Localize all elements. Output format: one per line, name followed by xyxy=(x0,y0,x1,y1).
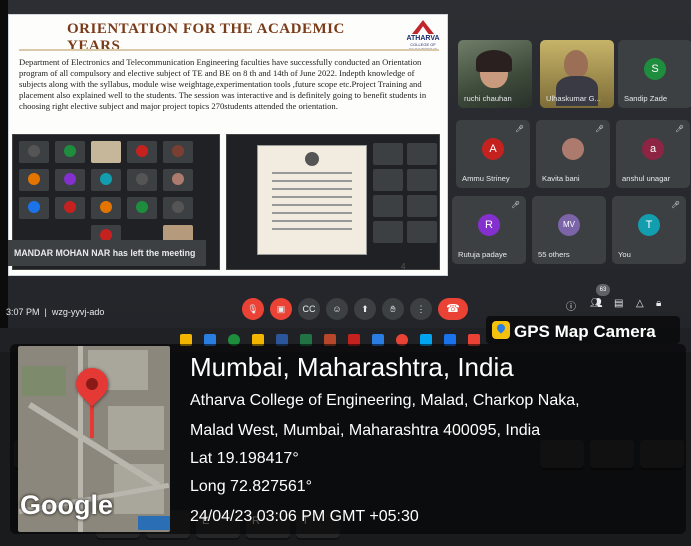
participant-tile[interactable]: ruchi chauhan xyxy=(458,40,532,108)
mini-tile xyxy=(19,141,49,163)
mic-off-icon: 🎤︎ xyxy=(595,126,604,133)
raise-hand-button[interactable]: ✋︎ xyxy=(382,298,404,320)
mini-tile xyxy=(373,221,403,243)
emblem-icon xyxy=(305,152,319,166)
mini-tile xyxy=(163,169,193,191)
host-controls-icon[interactable]: 🔒︎ xyxy=(656,298,661,309)
participant-avatar: a xyxy=(642,138,664,160)
mini-tile xyxy=(127,169,157,191)
participant-tile[interactable]: Ulhaskumar G... xyxy=(540,40,614,108)
logo-mark-icon xyxy=(412,20,434,34)
participant-avatar: A xyxy=(482,138,504,160)
participant-hair xyxy=(476,50,512,72)
others-avatar-stack: MV xyxy=(558,214,580,236)
slide-divider xyxy=(19,49,439,51)
logo-word: ATHARVA xyxy=(406,35,440,42)
location-city: Mumbai, Maharashtra, India xyxy=(190,352,514,382)
activities-icon[interactable]: △ xyxy=(636,298,644,309)
location-address-line1: Atharva College of Engineering, Malad, C… xyxy=(190,392,580,409)
college-logo: ATHARVA COLLEGE OF ENGINEERING xyxy=(401,20,445,52)
more-options-button[interactable]: ⋮ xyxy=(410,298,432,320)
participant-name: Kavita bani xyxy=(542,174,580,183)
left-meeting-toast: MANDAR MOHAN NAR has left the meeting xyxy=(8,240,206,266)
participant-name: You xyxy=(618,250,631,259)
mini-tile xyxy=(19,197,49,219)
people-icon[interactable]: 👥︎ xyxy=(590,298,603,309)
mini-tile xyxy=(407,221,437,243)
mini-tile xyxy=(91,141,121,163)
participant-name: Sandip Zade xyxy=(624,94,668,103)
mini-tile xyxy=(373,169,403,191)
participant-tile[interactable]: 🎤︎ A Ammu Striney xyxy=(456,120,530,188)
mic-toggle-button[interactable]: 🎙︎ xyxy=(242,298,264,320)
slide-screenshot-presentation xyxy=(226,134,440,270)
participant-tile[interactable]: S Sandip Zade xyxy=(618,40,691,108)
mini-tile xyxy=(55,197,85,219)
participant-name: Ammu Striney xyxy=(462,174,510,183)
captions-button[interactable]: CC xyxy=(298,298,320,320)
mini-tile xyxy=(163,141,193,163)
mini-tile xyxy=(127,197,157,219)
meeting-time-and-code: 3:07 PM | wzg-yyvj-ado xyxy=(6,307,105,317)
google-logo: Google xyxy=(20,490,113,520)
reactions-button[interactable]: ☺ xyxy=(326,298,348,320)
mic-off-icon: 🎤︎ xyxy=(515,126,524,133)
mini-tile xyxy=(19,169,49,191)
mini-tile xyxy=(55,141,85,163)
participant-name: ruchi chauhan xyxy=(464,94,512,103)
gps-app-icon xyxy=(492,321,510,339)
mini-tile xyxy=(407,143,437,165)
location-latitude: Lat 19.198417° xyxy=(190,450,299,467)
mic-off-icon: 🎤︎ xyxy=(671,202,680,209)
participant-avatar: R xyxy=(478,214,500,236)
slide-page-number: 4 xyxy=(401,262,406,271)
slide-body-text: Department of Electronics and Telecommun… xyxy=(19,57,427,111)
mini-tile xyxy=(373,195,403,217)
mini-tile xyxy=(407,195,437,217)
mic-off-icon: 🎤︎ xyxy=(675,126,684,133)
meeting-info-icon[interactable]: ⓘ xyxy=(566,298,576,313)
camera-toggle-button[interactable]: ▣ xyxy=(270,298,292,320)
participant-tile[interactable]: 🎤︎ a anshul unagar xyxy=(616,120,690,188)
chat-icon[interactable]: ▤ xyxy=(614,298,623,309)
mini-tile xyxy=(163,197,193,219)
mini-tile xyxy=(407,169,437,191)
mic-off-icon: 🎤︎ xyxy=(511,202,520,209)
participant-avatar-photo xyxy=(562,138,584,160)
location-address-line2: Malad West, Mumbai, Maharashtra 400095, … xyxy=(190,422,541,439)
mini-tile xyxy=(55,169,85,191)
meeting-code: wzg-yyvj-ado xyxy=(51,307,105,317)
end-call-button[interactable]: ☎︎ xyxy=(438,298,468,320)
mini-certificate-doc xyxy=(257,145,367,255)
participant-name: 55 others xyxy=(538,250,570,259)
people-count-badge: 63 xyxy=(596,284,610,296)
gps-app-name: GPS Map Camera xyxy=(514,322,656,341)
participant-name: anshul unagar xyxy=(622,174,671,183)
participant-tile-self[interactable]: 🎤︎ T You xyxy=(612,196,686,264)
mini-tile xyxy=(373,143,403,165)
participant-video xyxy=(564,50,588,78)
location-longitude: Long 72.827561° xyxy=(190,478,313,495)
participant-tile[interactable]: 🎤︎ Kavita bani xyxy=(536,120,610,188)
mini-tile xyxy=(127,141,157,163)
location-timestamp: 24/04/23 03:06 PM GMT +05:30 xyxy=(190,508,419,525)
present-button[interactable]: ⬆ xyxy=(354,298,376,320)
participant-name: Rutuja padaye xyxy=(458,250,507,259)
participant-avatar: S xyxy=(644,58,666,80)
participant-tile-others[interactable]: MV 55 others xyxy=(532,196,606,264)
participant-tile[interactable]: 🎤︎ R Rutuja padaye xyxy=(452,196,526,264)
participant-avatar: T xyxy=(638,214,660,236)
meeting-time: 3:07 PM xyxy=(6,307,40,317)
participant-name: Ulhaskumar G... xyxy=(546,94,601,103)
mini-tile xyxy=(91,169,121,191)
mini-tile xyxy=(91,197,121,219)
